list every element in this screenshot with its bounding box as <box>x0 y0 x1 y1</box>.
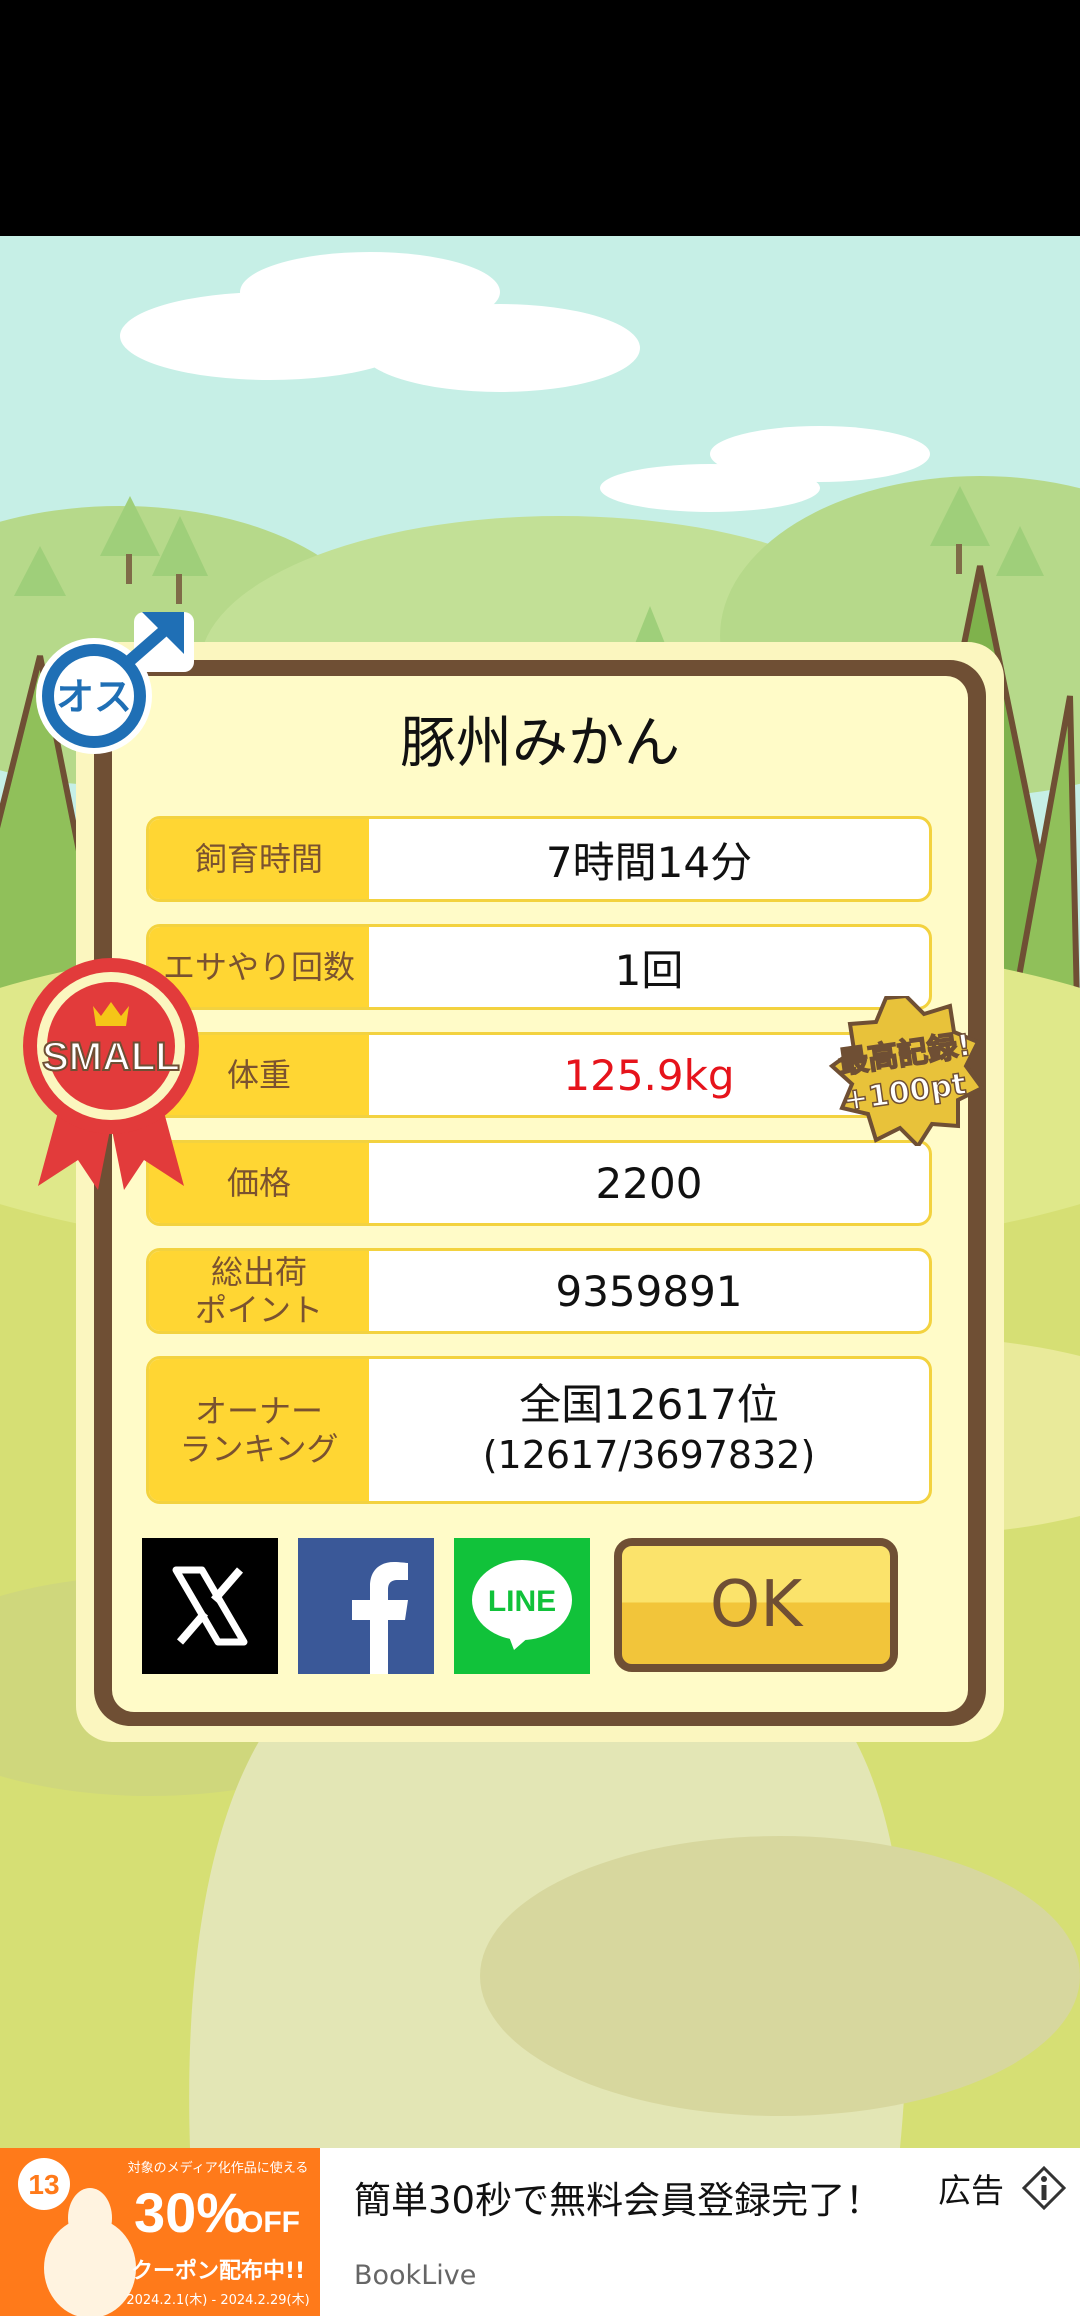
stat-row-breeding-time: 飼育時間 7時間14分 <box>146 816 932 902</box>
pig-name-title: 豚州みかん <box>400 711 680 776</box>
ad-image-off: OFF <box>240 2206 300 2239</box>
ranking-detail: (12617/3697832) <box>482 1433 816 1477</box>
facebook-logo-icon <box>352 1562 408 1674</box>
share-line-button[interactable]: LINE <box>454 1538 590 1674</box>
stat-value-ranking: 全国12617位 (12617/3697832) <box>369 1359 929 1501</box>
stat-label: 総出荷 ポイント <box>149 1251 369 1331</box>
male-badge: オス <box>36 612 194 754</box>
stat-value: 9359891 <box>555 1266 743 1316</box>
share-x-button[interactable] <box>142 1538 278 1674</box>
male-badge-text: オス <box>56 675 132 719</box>
stat-row-shipping-points: 総出荷 ポイント 9359891 <box>146 1248 932 1334</box>
size-rosette-badge: SMALL <box>23 958 199 1190</box>
x-logo-icon <box>172 1566 248 1646</box>
ad-anniversary: 13 <box>28 2169 59 2200</box>
ranking-main: 全国12617位 <box>519 1380 779 1429</box>
ad-banner[interactable]: 13 対象のメディア化作品に使える 30% OFF クーポン配布中!! 2024… <box>0 2148 1080 2316</box>
ad-image[interactable]: 13 対象のメディア化作品に使える 30% OFF クーポン配布中!! 2024… <box>0 2148 320 2316</box>
line-logo-text: LINE <box>488 1585 556 1618</box>
stat-row-price: 価格 2200 <box>146 1140 932 1226</box>
stat-value: 2200 <box>595 1158 703 1208</box>
info-icon[interactable] <box>1022 2166 1066 2210</box>
ad-image-top-text: 対象のメディア化作品に使える <box>128 2160 309 2176</box>
stat-label-text: オーナー ランキング <box>179 1392 339 1468</box>
stat-label: 飼育時間 <box>149 819 369 899</box>
stat-row-feed-count: エサやり回数 1回 <box>146 924 932 1010</box>
ad-image-artwork: 13 対象のメディア化作品に使える 30% OFF クーポン配布中!! 2024… <box>0 2148 320 2316</box>
stat-label: オーナー ランキング <box>149 1359 369 1501</box>
stat-value: 1回 <box>614 945 684 995</box>
status-bar-area <box>0 0 1080 236</box>
ad-image-dates: 2024.2.1(木) - 2024.2.29(木) <box>126 2293 309 2308</box>
ad-title[interactable]: 簡単30秒で無料会員登録完了！ <box>354 2170 882 2224</box>
stat-row-weight: 体重 125.9kg <box>146 1032 932 1118</box>
ad-image-coupon: クーポン配布中!! <box>131 2258 305 2284</box>
record-badge: 最高記録! +100pt <box>828 996 986 1146</box>
line-logo-icon: LINE <box>472 1560 572 1650</box>
size-label: SMALL <box>42 1035 180 1079</box>
stat-label-text: 総出荷 ポイント <box>194 1253 323 1329</box>
ad-label: 広告 <box>938 2171 1004 2210</box>
ok-button[interactable]: OK <box>614 1538 898 1672</box>
stat-value: 7時間14分 <box>545 837 753 887</box>
share-facebook-button[interactable] <box>298 1538 434 1674</box>
stat-row-owner-ranking: オーナー ランキング 全国12617位 (12617/3697832) <box>146 1356 932 1504</box>
ad-brand: BookLive <box>354 2260 477 2291</box>
ad-image-discount: 30% <box>134 2181 246 2244</box>
